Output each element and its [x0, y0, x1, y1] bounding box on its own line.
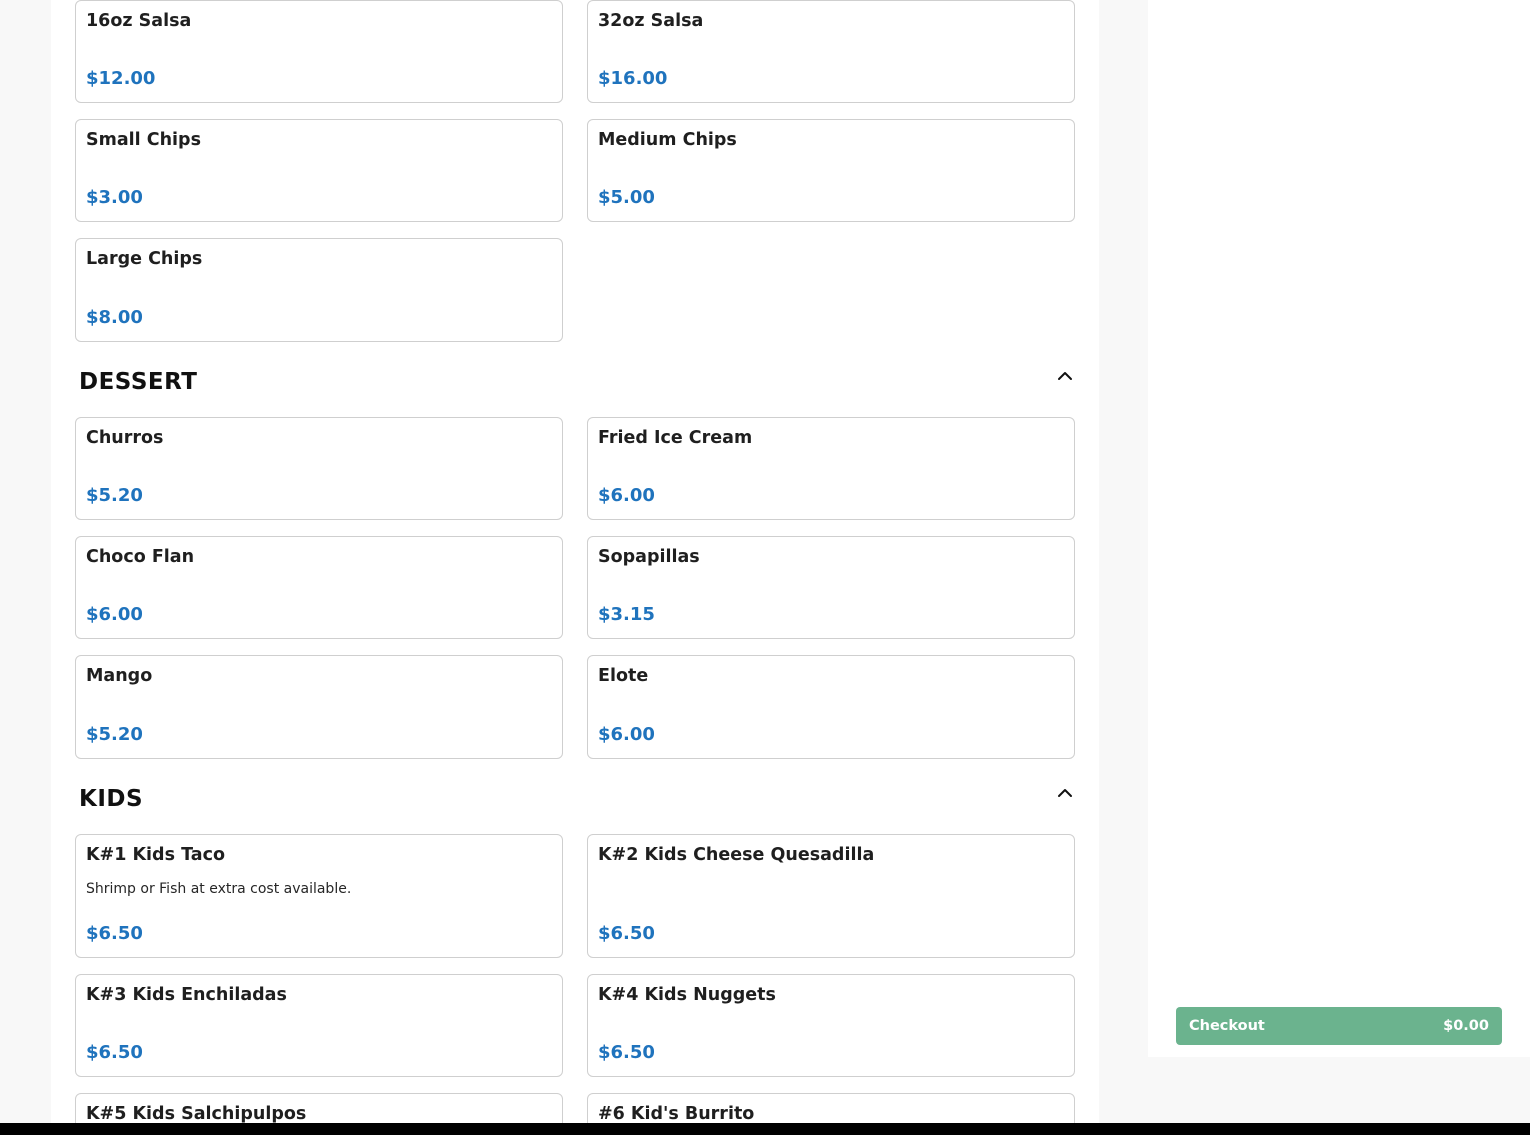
item-price: $5.20	[86, 724, 143, 745]
cart-panel: Checkout $0.00	[1148, 0, 1530, 1057]
item-price: $6.00	[598, 724, 655, 745]
item-price: $3.15	[598, 604, 655, 625]
menu-item-card[interactable]: Churros $5.20	[75, 417, 563, 520]
menu-item-card[interactable]: Medium Chips $5.00	[587, 119, 1075, 222]
chevron-up-icon[interactable]	[1055, 366, 1075, 386]
item-description: Shrimp or Fish at extra cost available.	[86, 881, 352, 897]
menu-item-card[interactable]: 32oz Salsa $16.00	[587, 0, 1075, 103]
item-name: K#3 Kids Enchiladas	[86, 985, 287, 1005]
item-price: $6.50	[86, 923, 143, 944]
menu-item-card[interactable]: Fried Ice Cream $6.00	[587, 417, 1075, 520]
item-price: $6.00	[86, 604, 143, 625]
checkout-total: $0.00	[1443, 1018, 1489, 1034]
item-name: K#4 Kids Nuggets	[598, 985, 776, 1005]
item-name: Sopapillas	[598, 547, 700, 567]
item-name: Churros	[86, 428, 164, 448]
item-name: K#5 Kids Salchipulpos	[86, 1104, 307, 1124]
item-price: $6.00	[598, 485, 655, 506]
item-price: $5.20	[86, 485, 143, 506]
item-name: Medium Chips	[598, 130, 737, 150]
bottom-bar	[0, 1123, 1530, 1135]
menu-item-card[interactable]: K#3 Kids Enchiladas $6.50	[75, 974, 563, 1077]
item-price: $6.50	[598, 923, 655, 944]
menu-item-card[interactable]: Small Chips $3.00	[75, 119, 563, 222]
item-name: Large Chips	[86, 249, 203, 269]
menu-item-card[interactable]: 16oz Salsa $12.00	[75, 0, 563, 103]
menu-item-card[interactable]: Elote $6.00	[587, 655, 1075, 759]
menu-item-card[interactable]: K#2 Kids Cheese Quesadilla $6.50	[587, 834, 1075, 958]
item-price: $5.00	[598, 187, 655, 208]
item-name: 16oz Salsa	[86, 11, 192, 31]
ordering-page: 16oz Salsa $12.00 32oz Salsa $16.00 Smal…	[0, 0, 1530, 1135]
item-price: $6.50	[86, 1042, 143, 1063]
checkout-label: Checkout	[1189, 1018, 1265, 1034]
menu-column: 16oz Salsa $12.00 32oz Salsa $16.00 Smal…	[51, 0, 1099, 1135]
item-name: Choco Flan	[86, 547, 195, 567]
item-price: $8.00	[86, 307, 143, 328]
item-name: Mango	[86, 666, 153, 686]
menu-item-card[interactable]: Large Chips $8.00	[75, 238, 563, 342]
item-price: $16.00	[598, 68, 668, 89]
menu-item-card[interactable]: Mango $5.20	[75, 655, 563, 759]
menu-item-card[interactable]: K#1 Kids Taco Shrimp or Fish at extra co…	[75, 834, 563, 958]
item-price: $12.00	[86, 68, 156, 89]
menu-item-card[interactable]: Sopapillas $3.15	[587, 536, 1075, 639]
item-price: $6.50	[598, 1042, 655, 1063]
item-name: Elote	[598, 666, 649, 686]
menu-item-card[interactable]: Choco Flan $6.00	[75, 536, 563, 639]
item-price: $3.00	[86, 187, 143, 208]
item-name: Small Chips	[86, 130, 201, 150]
checkout-button[interactable]: Checkout $0.00	[1176, 1007, 1502, 1045]
item-name: 32oz Salsa	[598, 11, 704, 31]
chevron-up-icon[interactable]	[1055, 783, 1075, 803]
item-name: Fried Ice Cream	[598, 428, 753, 448]
item-name: K#2 Kids Cheese Quesadilla	[598, 845, 875, 865]
item-name: #6 Kid's Burrito	[598, 1104, 755, 1124]
section-title-kids: KIDS	[79, 786, 144, 812]
item-name: K#1 Kids Taco	[86, 845, 225, 865]
section-title-dessert: DESSERT	[79, 369, 198, 395]
menu-item-card[interactable]: K#4 Kids Nuggets $6.50	[587, 974, 1075, 1077]
